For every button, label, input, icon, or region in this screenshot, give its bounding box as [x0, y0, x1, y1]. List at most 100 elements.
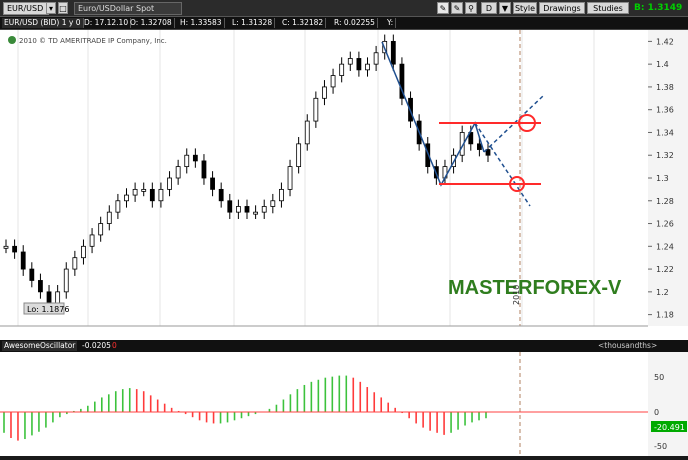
symbol-description-text: Euro/USDollar Spot [78, 4, 155, 13]
oscillator-header: AwesomeOscillator -0.0205 0 <thousandths… [0, 340, 688, 352]
candle-body [244, 206, 250, 213]
style-button[interactable]: Style [513, 2, 537, 14]
oscillator-name[interactable]: AwesomeOscillator [2, 341, 78, 351]
candle-body [20, 251, 26, 270]
period-button[interactable]: D [481, 2, 497, 14]
quote-low: L: 1.31328 [230, 18, 276, 28]
oscillator-chart[interactable]: 50 0 -50 -20.491 [0, 352, 688, 456]
candle-body [279, 188, 284, 202]
symbol-dropdown-icon[interactable]: ▾ [46, 2, 56, 14]
candle-body [3, 245, 9, 249]
y-tick-label: 1.26 [656, 220, 674, 229]
price-chart-svg: 1.42 1.4 1.38 1.36 1.34 1.32 1.3 1.28 1.26 1.24 1.… [0, 30, 688, 340]
osc-tick-50: 50 [654, 373, 664, 382]
y-tick-label: 1.34 [656, 128, 674, 137]
y-tick-label: 1.4 [656, 60, 669, 69]
osc-tick-minus50: -50 [654, 442, 667, 451]
low-label: Lo: 1.1876 [27, 305, 69, 314]
oscillator-flag: 0 [112, 341, 117, 350]
candle-body [106, 211, 112, 224]
candle-body [322, 86, 327, 99]
candle-body [390, 40, 396, 65]
oscillator-svg: 50 0 -50 -20.491 [0, 352, 688, 456]
candle-body [55, 291, 61, 304]
candle-body [356, 58, 362, 71]
y-tick-label: 1.42 [656, 37, 674, 46]
candle-body [253, 211, 259, 215]
symbol-text: EUR/USD [7, 4, 44, 13]
candle-body [158, 188, 164, 202]
candle-body [287, 166, 293, 190]
company-logo-icon [8, 36, 16, 44]
candle-body [38, 280, 43, 293]
candle-body [235, 206, 241, 213]
oscillator-units: <thousandths> [598, 341, 658, 350]
quote-high: H: 1.33583 [178, 18, 225, 28]
candle-body [167, 177, 172, 190]
y-tick-label: 1.18 [656, 311, 674, 320]
candle-body [132, 188, 138, 196]
candle-body [29, 268, 35, 281]
candle-body [175, 166, 181, 179]
candle-body [201, 160, 207, 179]
candle-body [192, 154, 198, 162]
studies-label: Studies [593, 4, 623, 13]
y-tick-label: 1.36 [656, 106, 674, 115]
y-tick-label: 1.32 [656, 151, 674, 160]
symbol-link-icon[interactable]: □ [58, 2, 68, 14]
period-label: D [485, 4, 493, 13]
candle-body [184, 154, 190, 168]
year-marker-label: 2010 [512, 285, 521, 305]
candle-body [141, 188, 147, 192]
quote-range: R: 0.02255 [332, 18, 378, 28]
quote-symbol: EUR/USD (BID) 1 y 0 [2, 18, 84, 28]
candle-body [12, 245, 18, 253]
style-label: Style [514, 4, 536, 13]
candle-body [313, 97, 319, 122]
drawings-button[interactable]: Drawings [539, 2, 585, 14]
candle-body [270, 200, 276, 207]
candle-body [373, 52, 379, 65]
studies-button[interactable]: Studies [587, 2, 629, 14]
zoom-icon[interactable]: ⚲ [465, 2, 477, 14]
pencil-icon[interactable]: ✎ [437, 2, 449, 14]
candle-body [476, 143, 482, 150]
quote-y: Y: [385, 18, 397, 28]
y-tick-label: 1.28 [656, 197, 674, 206]
price-chart[interactable]: 1.42 1.4 1.38 1.36 1.34 1.32 1.3 1.28 1.26 1.24 1.… [0, 30, 688, 340]
candle-body [304, 120, 310, 145]
osc-tick-0: 0 [654, 408, 659, 417]
candle-body [124, 194, 129, 202]
candle-body [339, 63, 345, 76]
candle-body [63, 268, 69, 293]
y-tick-label: 1.24 [656, 242, 674, 251]
candle-body [46, 291, 52, 304]
candle-body [227, 200, 233, 213]
candle-body [115, 200, 121, 213]
candle-body [218, 188, 224, 202]
candle-body [210, 177, 215, 190]
top-toolbar: EUR/USD ▾ □ Euro/USDollar Spot ✎ ✎ ⚲ D ▼… [0, 0, 688, 17]
quote-open: O: 1.32708 [128, 18, 175, 28]
y-tick-label: 1.3 [656, 174, 669, 183]
candle-body [149, 188, 155, 202]
y-tick-label: 1.2 [656, 288, 669, 297]
candle-body [296, 143, 302, 168]
y-tick-label: 1.22 [656, 265, 674, 274]
draw-tool-icon[interactable]: ✎ [451, 2, 463, 14]
candle-body [330, 75, 336, 88]
symbol-description: Euro/USDollar Spot [74, 2, 182, 15]
copyright-text: 2010 © TD AMERITRADE IP Company, Inc. [19, 37, 167, 45]
candle-body [72, 257, 78, 270]
candle-body [98, 223, 104, 236]
y-tick-label: 1.38 [656, 83, 674, 92]
last-price: B: 1.3149 [634, 3, 683, 13]
candle-body [347, 58, 353, 65]
oscillator-value: -0.0205 [82, 341, 111, 350]
drawings-label: Drawings [543, 4, 581, 13]
watermark-text: MASTERFOREX-V [448, 277, 622, 299]
candle-body [261, 206, 267, 213]
chart-type-icon[interactable]: ▼ [499, 2, 511, 14]
osc-last-value: -20.491 [654, 423, 685, 432]
symbol-box[interactable]: EUR/USD [3, 2, 49, 15]
